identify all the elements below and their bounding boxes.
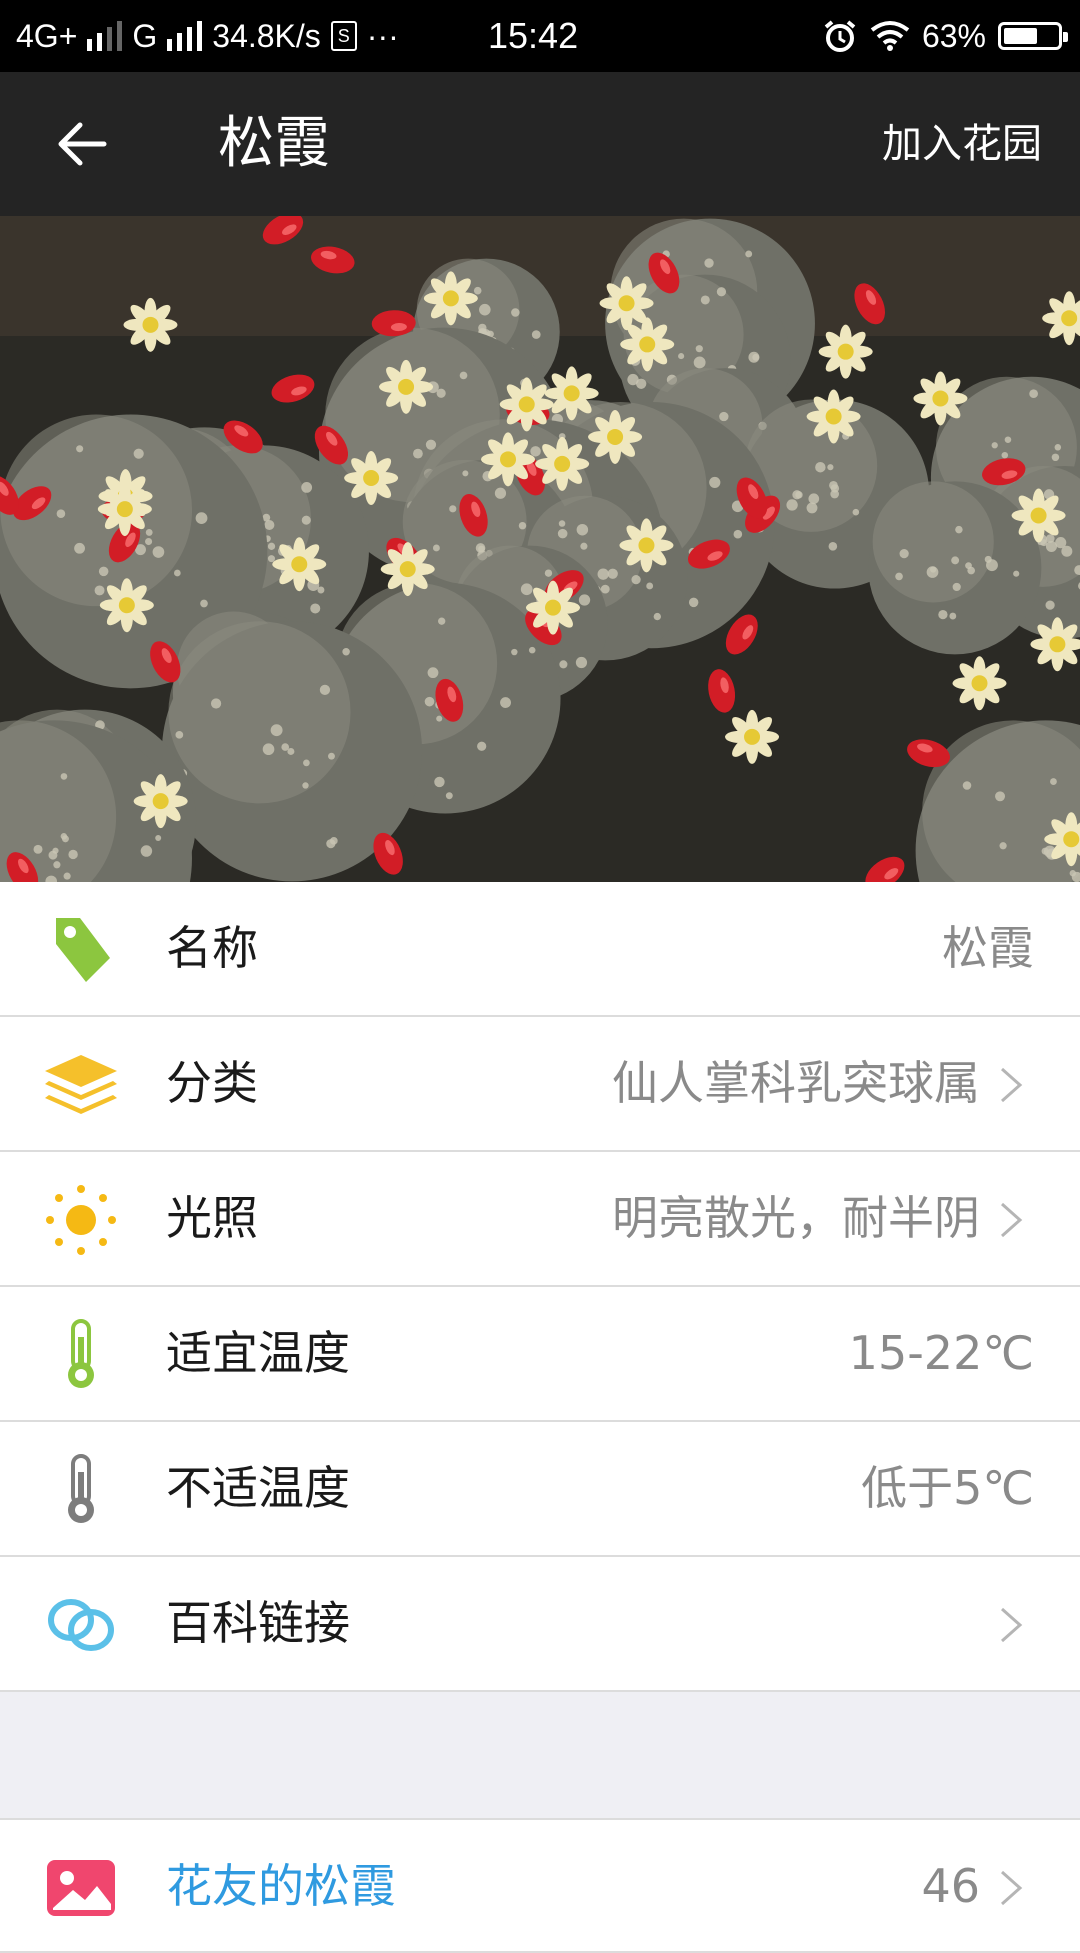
friends-plants-label: 花友的松霞	[166, 1859, 396, 1913]
row-value: 明亮散光，耐半阴	[612, 1191, 980, 1245]
wifi-icon	[870, 21, 910, 51]
signal-bars-2-icon	[167, 21, 203, 51]
row-value: 仙人掌科乳突球属	[612, 1056, 980, 1110]
plant-photo[interactable]	[0, 216, 1080, 882]
row-label: 适宜温度	[166, 1326, 350, 1380]
back-button[interactable]	[50, 112, 114, 176]
row-value: 15-22℃	[848, 1326, 1034, 1380]
arrow-left-icon	[58, 122, 107, 166]
row-wiki-link[interactable]: 百科链接	[0, 1557, 1080, 1692]
battery-icon	[998, 22, 1068, 50]
cactus-illustration	[0, 216, 1080, 882]
thermometer-gray-icon	[42, 1452, 120, 1527]
friends-plants-count: 46	[921, 1859, 980, 1913]
app-bar: 松霞 加入花园	[0, 72, 1080, 216]
row-category[interactable]: 分类 仙人掌科乳突球属	[0, 1017, 1080, 1152]
network-type-1: 4G+	[16, 17, 78, 54]
row-value: 松霞	[942, 921, 1034, 975]
section-gap	[0, 1694, 1080, 1818]
row-unsuitable-temperature: 不适温度 低于5℃	[0, 1422, 1080, 1557]
alarm-icon	[824, 20, 856, 52]
plant-info-list: 名称 松霞 分类 仙人掌科乳突球属 光照 明亮散光，耐半阴 适宜温度 15-22…	[0, 882, 1080, 1692]
row-name: 名称 松霞	[0, 882, 1080, 1017]
signal-bars-1-icon	[87, 21, 123, 51]
row-label: 不适温度	[166, 1461, 350, 1515]
status-bar: 4G+ G 34.8K/s S ··· 15:42 63%	[0, 0, 1080, 72]
chevron-right-icon	[1001, 1202, 1023, 1238]
network-speed: 34.8K/s	[212, 17, 321, 54]
chevron-right-icon	[1001, 1870, 1023, 1906]
chevron-right-icon	[1001, 1067, 1023, 1103]
layers-icon	[42, 1047, 120, 1122]
tag-icon	[42, 912, 120, 987]
friends-plants-row[interactable]: 花友的松霞 46	[0, 1818, 1080, 1953]
page-title: 松霞	[218, 111, 330, 176]
row-value: 低于5℃	[861, 1461, 1034, 1515]
row-label: 百科链接	[166, 1596, 350, 1650]
add-to-garden-button[interactable]: 加入花园	[882, 72, 1042, 216]
clock: 15:42	[488, 15, 579, 56]
row-label: 分类	[166, 1056, 258, 1110]
more-indicator: ···	[366, 17, 399, 54]
thermometer-green-icon	[42, 1317, 120, 1392]
link-icon	[42, 1587, 120, 1662]
row-light[interactable]: 光照 明亮散光，耐半阴	[0, 1152, 1080, 1287]
network-type-2: G	[132, 17, 158, 54]
row-label: 光照	[166, 1191, 258, 1245]
picture-icon	[42, 1850, 120, 1925]
sim-icon: S	[330, 21, 357, 51]
row-label: 名称	[166, 921, 258, 975]
row-suitable-temperature: 适宜温度 15-22℃	[0, 1287, 1080, 1422]
chevron-right-icon	[1001, 1607, 1023, 1643]
sun-icon	[42, 1182, 120, 1257]
battery-percent: 63%	[921, 17, 986, 54]
